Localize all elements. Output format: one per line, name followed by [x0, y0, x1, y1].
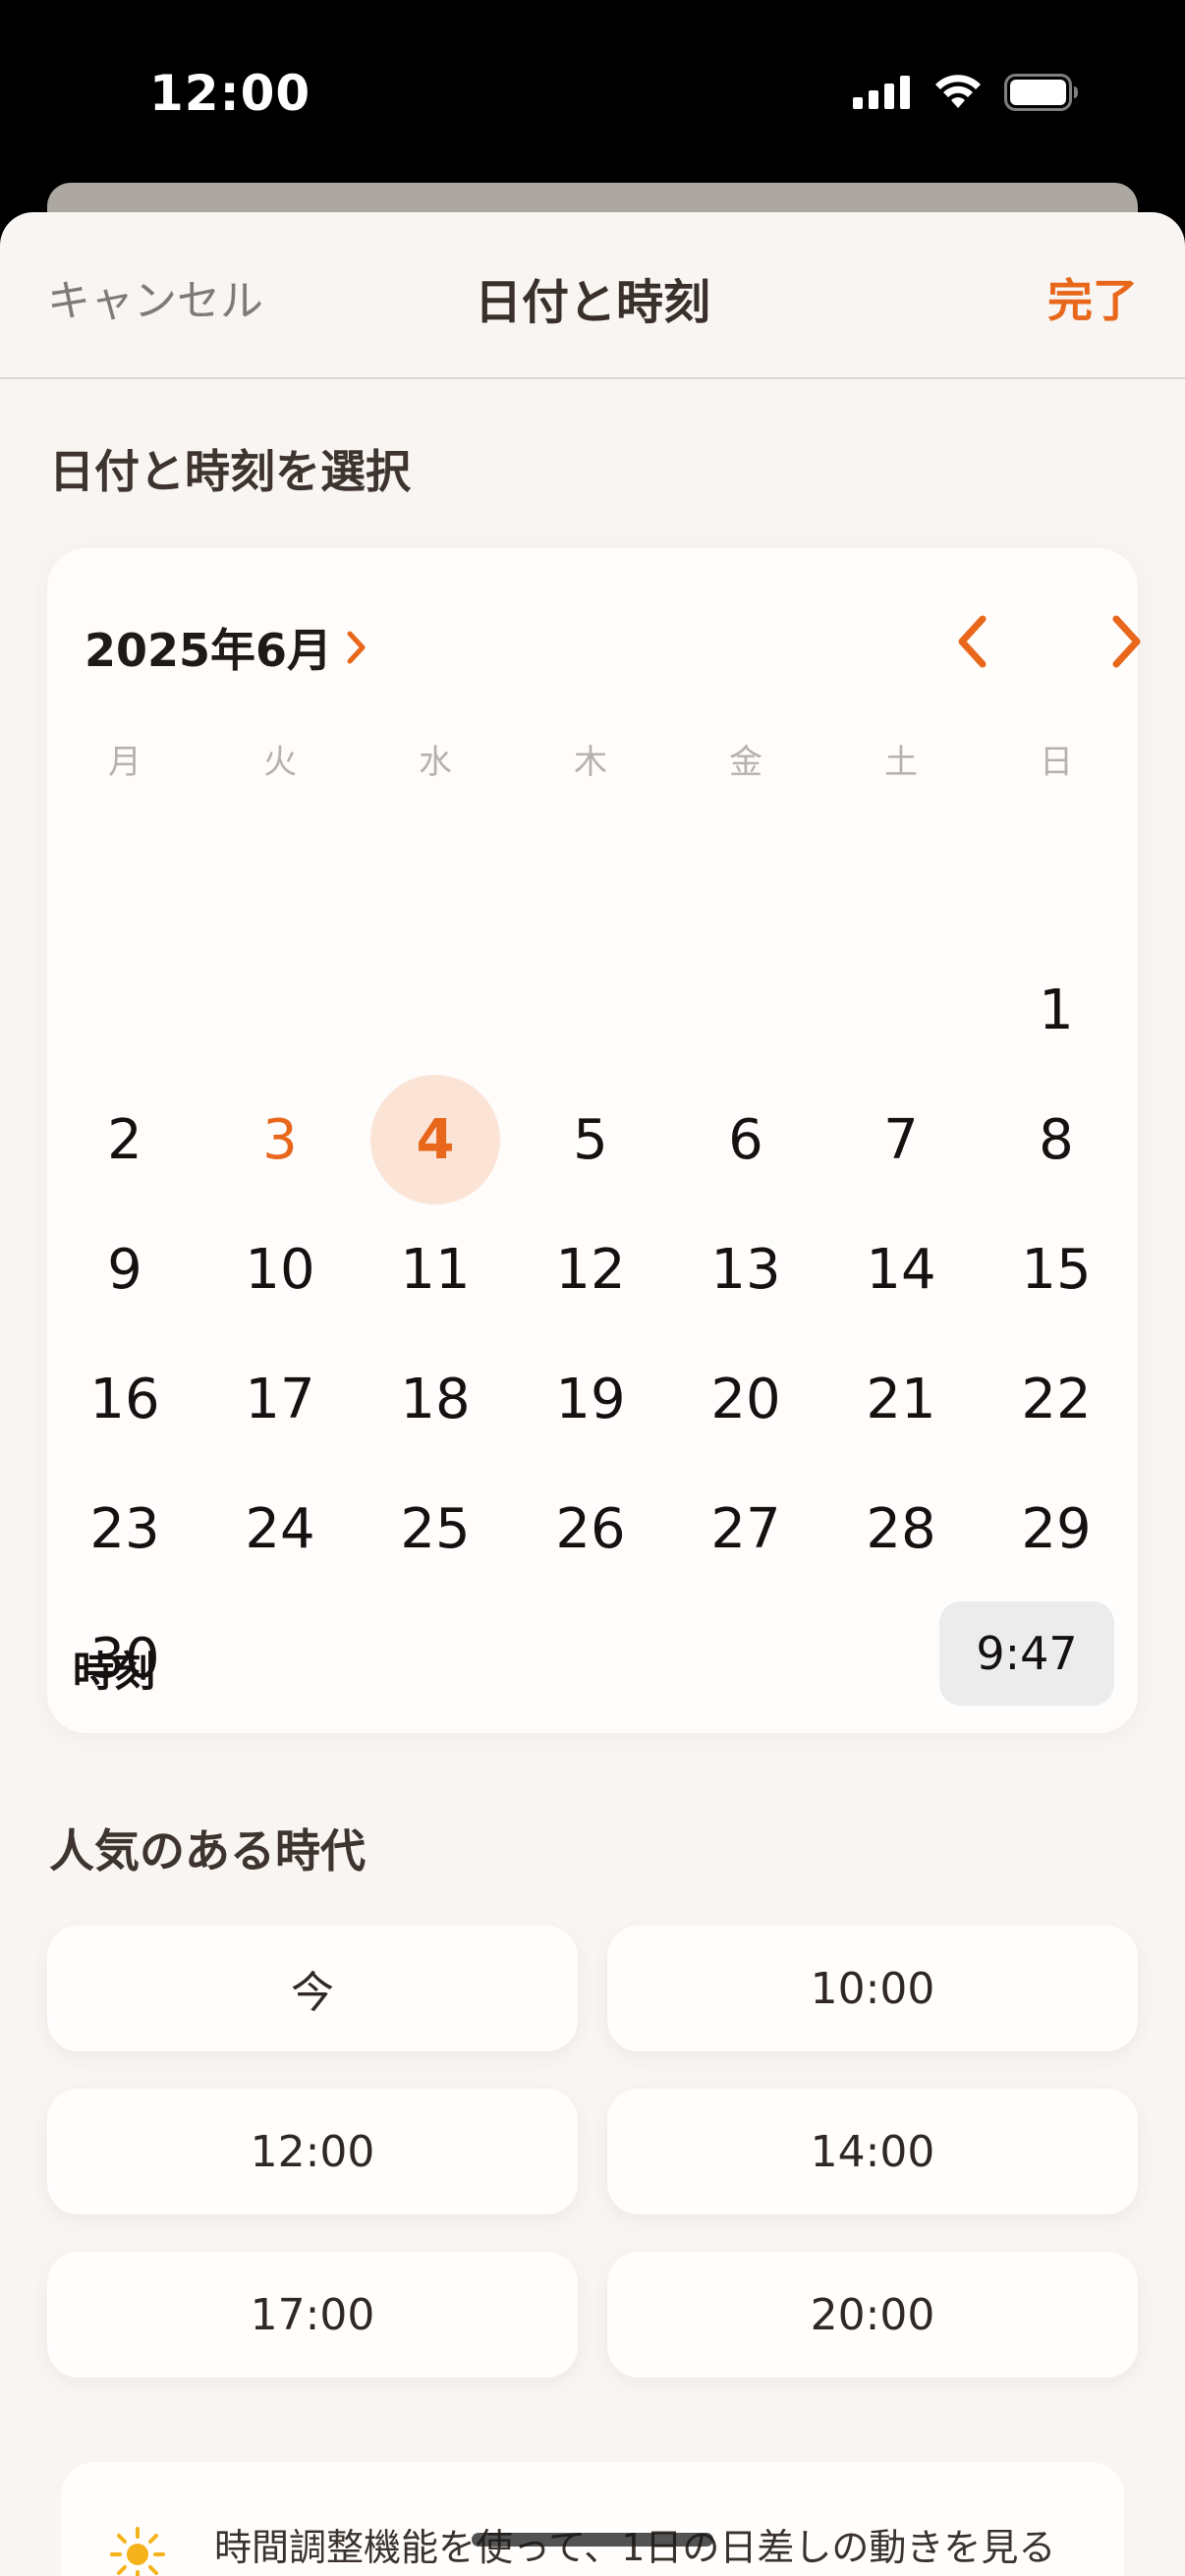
preset-time-button[interactable]: 20:00	[607, 2252, 1138, 2378]
wifi-icon	[935, 75, 981, 108]
calendar-day[interactable]: 27	[681, 1464, 811, 1594]
sheet-title: 日付と時刻	[474, 275, 710, 330]
popular-times-title: 人気のある時代	[49, 1824, 366, 1877]
time-field[interactable]: 9:47	[939, 1601, 1114, 1706]
calendar-day[interactable]: 12	[526, 1204, 655, 1334]
battery-icon	[1004, 74, 1078, 111]
status-time: 12:00	[149, 65, 311, 122]
calendar-day[interactable]: 8	[991, 1075, 1121, 1204]
tip-card: 時間調整機能を使って、1日の日差しの動きを見る	[61, 2462, 1124, 2576]
calendar-day[interactable]: 6	[681, 1075, 811, 1204]
cellular-signal-icon	[853, 76, 910, 109]
time-label: 時刻	[73, 1648, 156, 1696]
calendar-day[interactable]: 2	[60, 1075, 190, 1204]
calendar-day[interactable]: 10	[215, 1204, 345, 1334]
calendar-day[interactable]: 20	[681, 1334, 811, 1464]
calendar-card: 2025年6月 月火水木金土日 1 2 3 4 5 6 7 8 9 10 11 12 13 14 15 16 1…	[47, 548, 1141, 1733]
calendar-day[interactable]: 14	[836, 1204, 966, 1334]
calendar-day[interactable]: 28	[836, 1464, 966, 1594]
sheet-nav-bar: キャンセル 日付と時刻 完了	[0, 212, 1185, 379]
preset-time-button[interactable]: 17:00	[47, 2252, 578, 2378]
calendar-day[interactable]: 9	[60, 1204, 190, 1334]
date-section-title: 日付と時刻を選択	[49, 445, 411, 498]
calendar-day[interactable]: 3	[215, 1075, 345, 1204]
calendar-day[interactable]: 15	[991, 1204, 1121, 1334]
done-button[interactable]: 完了	[1047, 265, 1138, 330]
date-time-sheet: キャンセル 日付と時刻 完了 日付と時刻を選択 2025年6月 月火水木金土日 …	[0, 212, 1185, 2576]
home-indicator	[472, 2533, 713, 2547]
status-bar: 12:00	[0, 0, 1185, 187]
calendar-day[interactable]: 23	[60, 1464, 190, 1594]
preset-time-button[interactable]: 10:00	[607, 1926, 1138, 2051]
preset-time-button[interactable]: 今	[47, 1926, 578, 2051]
calendar-day[interactable]: 26	[526, 1464, 655, 1594]
calendar-day[interactable]: 24	[215, 1464, 345, 1594]
calendar-day[interactable]: 1	[991, 945, 1121, 1075]
calendar-day[interactable]: 21	[836, 1334, 966, 1464]
calendar-day[interactable]: 17	[215, 1334, 345, 1464]
calendar-day[interactable]: 29	[991, 1464, 1121, 1594]
calendar-day[interactable]: 18	[370, 1334, 500, 1464]
calendar-day[interactable]: 11	[370, 1204, 500, 1334]
calendar-day[interactable]: 5	[526, 1075, 655, 1204]
calendar-day[interactable]: 16	[60, 1334, 190, 1464]
calendar-day[interactable]: 22	[991, 1334, 1121, 1464]
status-icons	[853, 71, 1079, 114]
sun-icon	[110, 2527, 165, 2576]
calendar-day-selected[interactable]: 4	[370, 1075, 500, 1204]
calendar-day[interactable]: 19	[526, 1334, 655, 1464]
calendar-days-grid: 1 2 3 4 5 6 7 8 9 10 11 12 13 14 15 16 17 18 19 20 21 22 23 24 2…	[47, 548, 1138, 1691]
calendar-day[interactable]: 7	[836, 1075, 966, 1204]
calendar-day[interactable]: 13	[681, 1204, 811, 1334]
preset-time-button[interactable]: 12:00	[47, 2089, 578, 2214]
preset-time-button[interactable]: 14:00	[607, 2089, 1138, 2214]
calendar-day[interactable]: 25	[370, 1464, 500, 1594]
